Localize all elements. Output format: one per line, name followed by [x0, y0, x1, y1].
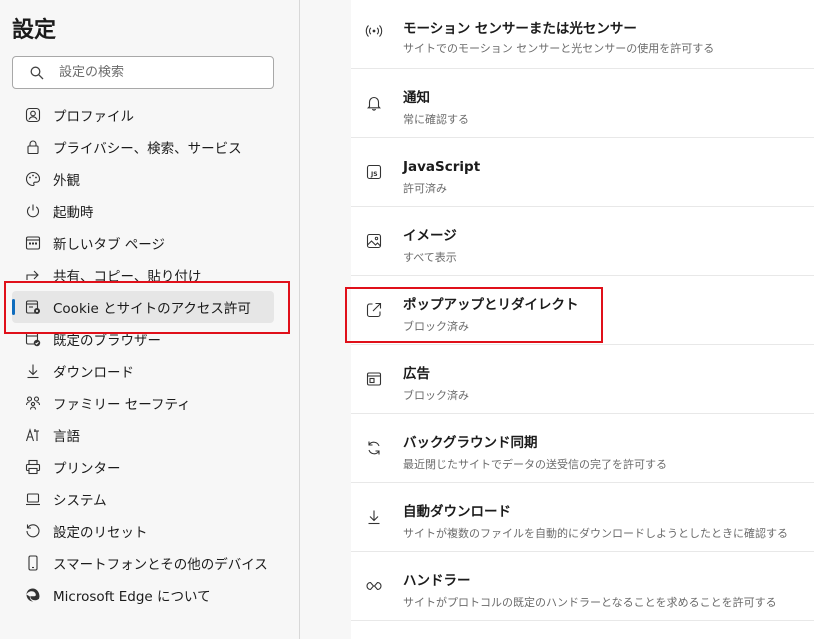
- setting-row-notifications[interactable]: 通知 常に確認する: [351, 69, 814, 138]
- sidebar: 設定 プロファイル プライバシー、検索、サービス 外観 起動時 新しいタブ ペー…: [0, 0, 300, 639]
- setting-title: バックグラウンド同期: [403, 435, 538, 451]
- search-box[interactable]: [12, 56, 274, 89]
- sidebar-item-label: ダウンロード: [53, 365, 134, 381]
- sidebar-item-about[interactable]: Microsoft Edge について: [0, 579, 300, 611]
- ads-icon: [365, 370, 383, 388]
- sidebar-item-label: 既定のブラウザー: [53, 333, 161, 349]
- sidebar-item-label: 外観: [53, 173, 80, 189]
- sidebar-item-appearance[interactable]: 外観: [0, 163, 300, 195]
- site-permissions-icon: [24, 298, 42, 316]
- setting-description: ブロック済み: [403, 389, 469, 402]
- sidebar-item-privacy[interactable]: プライバシー、検索、サービス: [0, 131, 300, 163]
- setting-description: すべて表示: [403, 251, 457, 264]
- search-icon: [29, 65, 45, 81]
- sidebar-item-family-safety[interactable]: ファミリー セーフティ: [0, 387, 300, 419]
- sidebar-nav: プロファイル プライバシー、検索、サービス 外観 起動時 新しいタブ ページ 共…: [0, 99, 300, 611]
- sidebar-item-label: 起動時: [53, 205, 94, 221]
- sidebar-item-new-tab[interactable]: 新しいタブ ページ: [0, 227, 300, 259]
- sidebar-item-language[interactable]: 言語: [0, 419, 300, 451]
- setting-row-handlers[interactable]: ハンドラー サイトがプロトコルの既定のハンドラーとなることを求めることを許可する: [351, 552, 814, 621]
- setting-row-ads[interactable]: 広告 ブロック済み: [351, 345, 814, 414]
- setting-description: サイトがプロトコルの既定のハンドラーとなることを求めることを許可する: [403, 596, 777, 609]
- setting-row-automatic-downloads[interactable]: 自動ダウンロード サイトが複数のファイルを自動的にダウンロードしようとしたときに…: [351, 483, 814, 552]
- phone-icon: [24, 554, 42, 572]
- page-title: 設定: [12, 18, 57, 43]
- sidebar-item-label: Cookie とサイトのアクセス許可: [53, 301, 251, 317]
- sensor-icon: [365, 22, 383, 40]
- sidebar-item-share[interactable]: 共有、コピー、貼り付け: [0, 259, 300, 291]
- setting-title: 通知: [403, 90, 430, 106]
- svg-text:JS: JS: [370, 171, 378, 178]
- setting-row-motion-sensors[interactable]: モーション センサーまたは光センサー サイトでのモーション センサーと光センサー…: [351, 0, 814, 69]
- bell-icon: [365, 94, 383, 112]
- setting-row-background-sync[interactable]: バックグラウンド同期 最近閉じたサイトでデータの送受信の完了を許可する: [351, 414, 814, 483]
- popup-icon: [365, 301, 383, 319]
- laptop-icon: [24, 490, 42, 508]
- main-content: モーション センサーまたは光センサー サイトでのモーション センサーと光センサー…: [301, 0, 814, 639]
- edge-logo-icon: [24, 586, 42, 604]
- setting-title: ハンドラー: [403, 573, 471, 589]
- setting-row-images[interactable]: イメージ すべて表示: [351, 207, 814, 276]
- setting-title: 自動ダウンロード: [403, 504, 511, 520]
- sidebar-item-label: プロファイル: [53, 109, 134, 125]
- sidebar-item-system[interactable]: システム: [0, 483, 300, 515]
- family-icon: [24, 394, 42, 412]
- sidebar-item-label: 新しいタブ ページ: [53, 237, 166, 253]
- sidebar-item-startup[interactable]: 起動時: [0, 195, 300, 227]
- setting-title: 広告: [403, 366, 430, 382]
- setting-row-popups-redirects[interactable]: ポップアップとリダイレクト ブロック済み: [351, 276, 814, 345]
- image-icon: [365, 232, 383, 250]
- download-icon: [365, 508, 383, 526]
- sidebar-item-label: プライバシー、検索、サービス: [53, 141, 242, 157]
- sidebar-item-label: 共有、コピー、貼り付け: [53, 269, 202, 285]
- share-icon: [24, 266, 42, 284]
- new-tab-icon: [24, 234, 42, 252]
- sidebar-item-label: ファミリー セーフティ: [53, 397, 191, 413]
- sidebar-item-printers[interactable]: プリンター: [0, 451, 300, 483]
- sidebar-item-label: 言語: [53, 429, 80, 445]
- site-permissions-list: モーション センサーまたは光センサー サイトでのモーション センサーと光センサー…: [351, 0, 814, 639]
- setting-description: サイトが複数のファイルを自動的にダウンロードしようとしたときに確認する: [403, 527, 788, 540]
- sync-icon: [365, 439, 383, 457]
- lock-icon: [24, 138, 42, 156]
- setting-title: ポップアップとリダイレクト: [403, 297, 579, 313]
- sidebar-item-downloads[interactable]: ダウンロード: [0, 355, 300, 387]
- setting-row-javascript[interactable]: JS JavaScript 許可済み: [351, 138, 814, 207]
- setting-description: ブロック済み: [403, 320, 469, 333]
- setting-description: 最近閉じたサイトでデータの送受信の完了を許可する: [403, 458, 667, 471]
- printer-icon: [24, 458, 42, 476]
- default-browser-icon: [24, 330, 42, 348]
- sidebar-item-label: システム: [53, 493, 107, 509]
- power-icon: [24, 202, 42, 220]
- sidebar-item-phone-devices[interactable]: スマートフォンとその他のデバイス: [0, 547, 300, 579]
- download-icon: [24, 362, 42, 380]
- sidebar-item-label: スマートフォンとその他のデバイス: [53, 557, 268, 573]
- sidebar-item-reset[interactable]: 設定のリセット: [0, 515, 300, 547]
- setting-title: イメージ: [403, 228, 457, 244]
- setting-description: 常に確認する: [403, 113, 469, 126]
- sidebar-item-label: Microsoft Edge について: [53, 589, 211, 605]
- profile-icon: [24, 106, 42, 124]
- sidebar-item-cookies-site-permissions[interactable]: Cookie とサイトのアクセス許可: [12, 291, 274, 323]
- language-icon: [24, 426, 42, 444]
- javascript-icon: JS: [365, 163, 383, 181]
- reset-icon: [24, 522, 42, 540]
- handler-icon: [365, 577, 383, 595]
- sidebar-item-default-browser[interactable]: 既定のブラウザー: [0, 323, 300, 355]
- setting-title: JavaScript: [403, 159, 481, 175]
- sidebar-item-label: プリンター: [53, 461, 121, 477]
- setting-description: 許可済み: [403, 182, 447, 195]
- search-input[interactable]: [59, 65, 259, 80]
- sidebar-item-profile[interactable]: プロファイル: [0, 99, 300, 131]
- sidebar-item-label: 設定のリセット: [53, 525, 148, 541]
- setting-title: モーション センサーまたは光センサー: [403, 21, 637, 37]
- setting-description: サイトでのモーション センサーと光センサーの使用を許可する: [403, 42, 715, 55]
- palette-icon: [24, 170, 42, 188]
